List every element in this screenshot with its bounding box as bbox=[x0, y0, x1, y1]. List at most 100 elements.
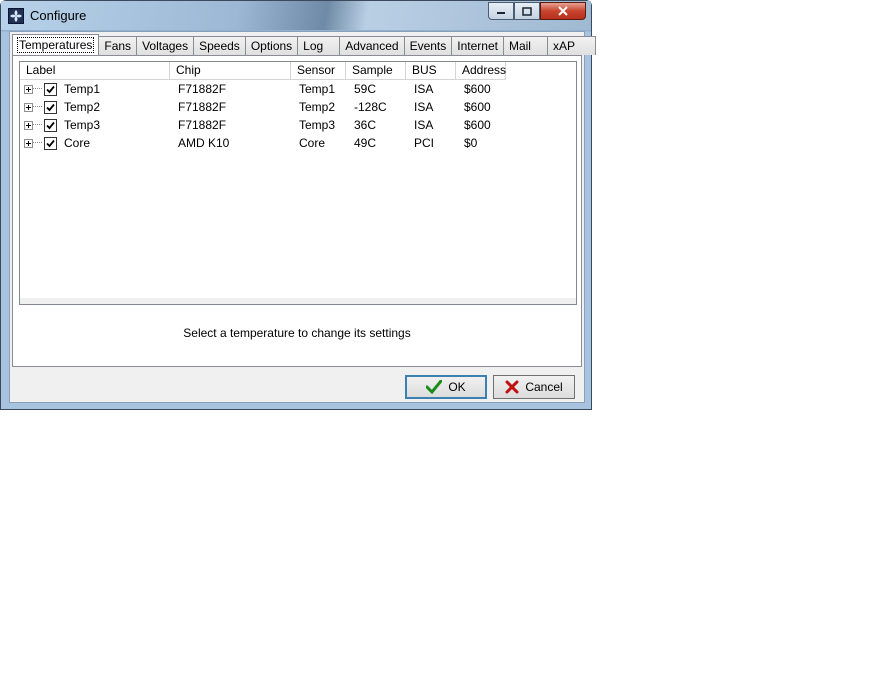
row-sensor: Temp1 bbox=[299, 82, 336, 96]
tree-line bbox=[33, 142, 42, 144]
row-label: Temp2 bbox=[64, 100, 101, 114]
expand-icon[interactable] bbox=[24, 138, 33, 148]
caption-buttons bbox=[488, 2, 586, 22]
row-sample: -128C bbox=[354, 100, 387, 114]
expand-icon[interactable] bbox=[24, 84, 33, 94]
cancel-label: Cancel bbox=[525, 380, 563, 394]
configure-window: Configure Temperatures Fans Voltages Spe… bbox=[0, 0, 596, 410]
row-chip: F71882F bbox=[178, 118, 227, 132]
table-row[interactable]: Core AMD K10 Core 49C PCI $0 bbox=[20, 134, 506, 152]
tab-speeds[interactable]: Speeds bbox=[194, 36, 246, 55]
row-bus: PCI bbox=[414, 136, 435, 150]
tab-voltages[interactable]: Voltages bbox=[137, 36, 195, 55]
tab-label: Fans bbox=[104, 39, 132, 53]
row-address: $600 bbox=[464, 118, 491, 132]
column-header-bus[interactable]: BUS bbox=[406, 62, 456, 80]
table-row[interactable]: Temp2 F71882F Temp2 -128C ISA $600 bbox=[20, 98, 506, 116]
checkmark-icon bbox=[46, 85, 55, 93]
tab-label: xAP bbox=[552, 39, 575, 53]
sensor-list[interactable]: Label Chip Sensor Sample BUS Address Tem… bbox=[19, 61, 577, 305]
tab-fans[interactable]: Fans bbox=[99, 36, 138, 55]
tab-label: Log bbox=[303, 39, 324, 53]
temperatures-panel: Label Chip Sensor Sample BUS Address Tem… bbox=[12, 55, 582, 367]
column-header-address[interactable]: Address bbox=[456, 62, 506, 80]
row-sample: 36C bbox=[354, 118, 377, 132]
enable-checkbox[interactable] bbox=[44, 136, 57, 150]
row-bus: ISA bbox=[414, 118, 434, 132]
tab-label: Mail bbox=[508, 39, 531, 53]
tree-line bbox=[33, 106, 42, 108]
list-rows: Temp1 F71882F Temp1 59C ISA $600 Temp2 F… bbox=[20, 80, 506, 152]
expand-icon[interactable] bbox=[24, 120, 33, 130]
ok-button[interactable]: OK bbox=[405, 375, 487, 399]
ok-label: OK bbox=[448, 380, 466, 394]
expand-icon[interactable] bbox=[24, 102, 33, 112]
tab-internet[interactable]: Internet bbox=[452, 36, 504, 55]
tab-label: Options bbox=[250, 39, 293, 53]
tab-temperatures[interactable]: Temperatures bbox=[12, 34, 100, 55]
tab-label: Speeds bbox=[199, 39, 240, 53]
label-cell: Temp2 bbox=[20, 100, 170, 114]
title-bar[interactable]: Configure bbox=[1, 1, 591, 30]
tab-label: Temperatures bbox=[16, 37, 95, 53]
row-sample: 59C bbox=[354, 82, 377, 96]
tab-label: Voltages bbox=[142, 39, 189, 53]
tab-log[interactable]: Log bbox=[298, 36, 341, 55]
row-chip: F71882F bbox=[178, 82, 227, 96]
maximize-button[interactable] bbox=[514, 2, 540, 20]
check-icon bbox=[426, 380, 443, 394]
tab-label: Internet bbox=[457, 39, 498, 53]
enable-checkbox[interactable] bbox=[44, 100, 57, 114]
tab-mail[interactable]: Mail bbox=[503, 36, 548, 55]
checkmark-icon bbox=[46, 121, 55, 129]
enable-checkbox[interactable] bbox=[44, 118, 57, 132]
cancel-button[interactable]: Cancel bbox=[493, 375, 575, 399]
close-icon bbox=[558, 6, 568, 16]
row-address: $0 bbox=[464, 136, 478, 150]
x-icon bbox=[505, 380, 519, 394]
row-bus: ISA bbox=[414, 82, 434, 96]
dialog-client-area: Temperatures Fans Voltages Speeds Option… bbox=[9, 31, 596, 403]
minimize-icon bbox=[497, 12, 505, 14]
row-sample: 49C bbox=[354, 136, 377, 150]
checkmark-icon bbox=[46, 139, 55, 147]
label-cell: Temp1 bbox=[20, 82, 170, 96]
column-header-chip[interactable]: Chip bbox=[170, 62, 291, 80]
maximize-icon bbox=[522, 6, 532, 16]
tree-line bbox=[33, 88, 42, 90]
checkmark-icon bbox=[46, 103, 55, 111]
row-chip: AMD K10 bbox=[178, 136, 230, 150]
app-icon[interactable] bbox=[8, 8, 24, 24]
tab-events[interactable]: Events bbox=[404, 36, 453, 55]
label-cell: Core bbox=[20, 136, 170, 150]
tab-xap[interactable]: xAP bbox=[547, 36, 596, 55]
row-sensor: Temp2 bbox=[299, 100, 336, 114]
table-row[interactable]: Temp1 F71882F Temp1 59C ISA $600 bbox=[20, 80, 506, 98]
column-header-sensor[interactable]: Sensor bbox=[291, 62, 346, 80]
enable-checkbox[interactable] bbox=[44, 82, 57, 96]
row-label: Temp1 bbox=[64, 82, 101, 96]
table-row[interactable]: Temp3 F71882F Temp3 36C ISA $600 bbox=[20, 116, 506, 134]
tab-options[interactable]: Options bbox=[245, 36, 299, 55]
tab-advanced[interactable]: Advanced bbox=[340, 36, 405, 55]
tab-label: Events bbox=[409, 39, 447, 53]
row-address: $600 bbox=[464, 82, 491, 96]
column-header-sample[interactable]: Sample bbox=[346, 62, 406, 80]
selection-hint: Select a temperature to change its setti… bbox=[183, 326, 411, 340]
minimize-button[interactable] bbox=[488, 2, 514, 20]
row-address: $600 bbox=[464, 100, 491, 114]
row-chip: F71882F bbox=[178, 100, 227, 114]
column-header-label[interactable]: Label bbox=[20, 62, 170, 80]
list-header: Label Chip Sensor Sample BUS Address bbox=[20, 62, 506, 80]
window-title: Configure bbox=[30, 8, 87, 23]
row-sensor: Core bbox=[299, 136, 326, 150]
row-sensor: Temp3 bbox=[299, 118, 336, 132]
horizontal-scrollbar[interactable] bbox=[20, 298, 576, 304]
row-label: Temp3 bbox=[64, 118, 101, 132]
row-label: Core bbox=[64, 136, 91, 150]
label-cell: Temp3 bbox=[20, 118, 170, 132]
tree-line bbox=[33, 124, 42, 126]
tab-label: Advanced bbox=[345, 39, 399, 53]
tab-strip: Temperatures Fans Voltages Speeds Option… bbox=[12, 34, 596, 56]
close-button[interactable] bbox=[540, 2, 586, 20]
